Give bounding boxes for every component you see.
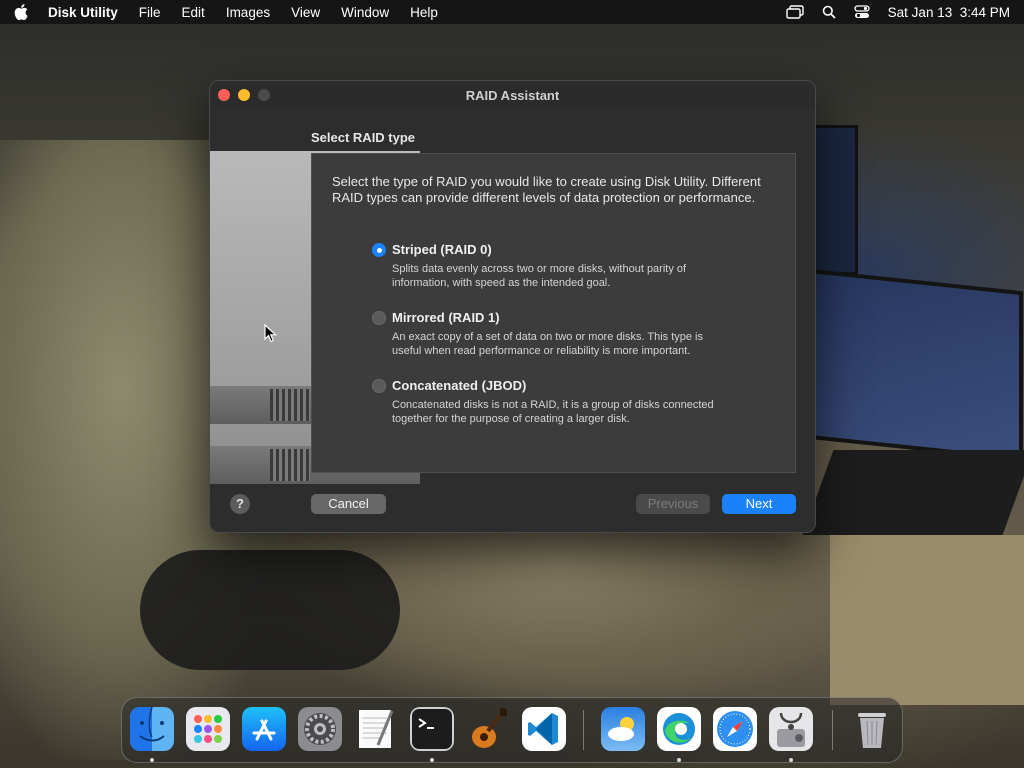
textedit-icon[interactable]: [354, 707, 398, 751]
option-description: Concatenated disks is not a RAID, it is …: [392, 399, 714, 425]
menu-edit[interactable]: Edit: [182, 5, 205, 20]
next-button[interactable]: Next: [722, 494, 796, 514]
wallpaper-chair: [140, 550, 400, 670]
option-label[interactable]: Striped (RAID 0): [392, 242, 492, 257]
terminal-icon[interactable]: [410, 707, 454, 751]
weather-icon[interactable]: [601, 707, 645, 751]
raid-type-panel: Select the type of RAID you would like t…: [311, 153, 796, 473]
option-label[interactable]: Concatenated (JBOD): [392, 378, 526, 393]
menu-file[interactable]: File: [139, 5, 161, 20]
mouse-pointer-icon: [264, 323, 278, 349]
radio-mirrored[interactable]: [372, 311, 386, 325]
finder-icon[interactable]: [130, 707, 174, 751]
radio-concatenated[interactable]: [372, 379, 386, 393]
cancel-button[interactable]: Cancel: [311, 494, 386, 514]
zoom-button: [258, 89, 270, 101]
menu-images[interactable]: Images: [226, 5, 270, 20]
trash-icon[interactable]: [850, 707, 894, 751]
screen-mirroring-icon[interactable]: [785, 5, 804, 19]
apple-menu-icon[interactable]: [14, 4, 28, 20]
wallpaper-desk: [830, 535, 1024, 705]
edge-icon[interactable]: [657, 707, 701, 751]
previous-button: Previous: [636, 494, 710, 514]
option-label[interactable]: Mirrored (RAID 1): [392, 310, 500, 325]
close-button[interactable]: [218, 89, 230, 101]
raid-assistant-window: RAID Assistant Select RAID type Select t…: [209, 80, 816, 533]
app-store-icon[interactable]: [242, 707, 286, 751]
intro-text: Select the type of RAID you would like t…: [332, 174, 761, 205]
help-button[interactable]: ?: [230, 494, 250, 514]
title-bar[interactable]: RAID Assistant: [210, 81, 815, 109]
disk-utility-icon[interactable]: [769, 707, 813, 751]
wallpaper-laptop: [802, 450, 1024, 535]
menu-app-name[interactable]: Disk Utility: [48, 5, 118, 20]
menu-window[interactable]: Window: [341, 5, 389, 20]
garageband-icon[interactable]: [466, 707, 510, 751]
radio-striped[interactable]: [372, 243, 386, 257]
menu-clock[interactable]: Sat Jan 13 3:44 PM: [888, 5, 1010, 20]
menu-bar: Disk Utility File Edit Images View Windo…: [0, 0, 1024, 24]
launchpad-icon[interactable]: [186, 707, 230, 751]
control-center-icon[interactable]: [854, 5, 870, 19]
wallpaper-monitor-2: [808, 268, 1023, 462]
spotlight-search-icon[interactable]: [822, 5, 836, 19]
minimize-button[interactable]: [238, 89, 250, 101]
vscode-icon[interactable]: [522, 707, 566, 751]
dock: [121, 697, 903, 763]
option-description: An exact copy of a set of data on two or…: [392, 331, 704, 357]
safari-icon[interactable]: [713, 707, 757, 751]
menu-view[interactable]: View: [291, 5, 320, 20]
system-settings-icon[interactable]: [298, 707, 342, 751]
window-title: RAID Assistant: [465, 87, 560, 103]
option-description: Splits data evenly across two or more di…: [392, 263, 687, 289]
menu-help[interactable]: Help: [410, 5, 438, 20]
section-title: Select RAID type: [311, 130, 416, 145]
